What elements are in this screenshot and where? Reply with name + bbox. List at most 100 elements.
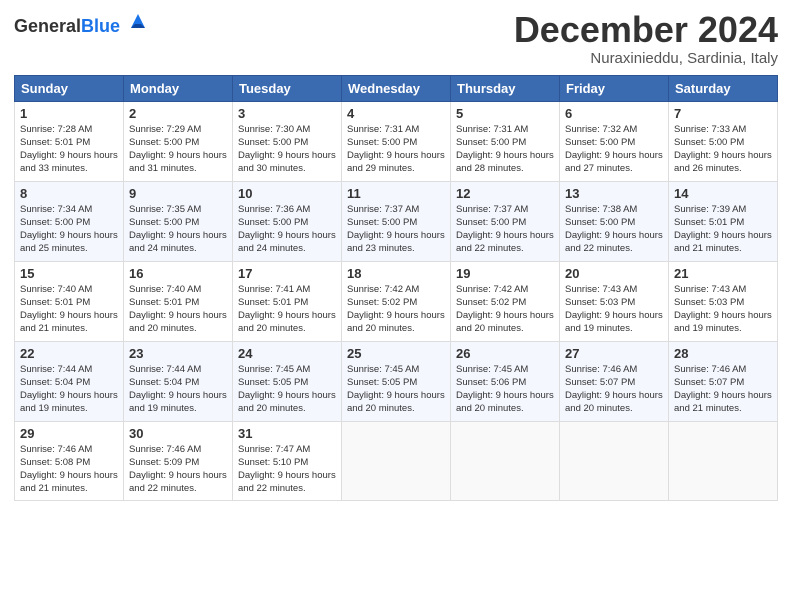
day-info: Sunrise: 7:46 AMSunset: 5:07 PMDaylight:… [565, 364, 663, 415]
day-number: 28 [674, 346, 772, 361]
day-number: 22 [20, 346, 118, 361]
day-number: 17 [238, 266, 336, 281]
day-number: 23 [129, 346, 227, 361]
day-info: Sunrise: 7:47 AMSunset: 5:10 PMDaylight:… [238, 444, 336, 495]
day-info: Sunrise: 7:46 AMSunset: 5:07 PMDaylight:… [674, 364, 772, 415]
day-info: Sunrise: 7:45 AMSunset: 5:05 PMDaylight:… [238, 364, 336, 415]
table-row: 17 Sunrise: 7:41 AMSunset: 5:01 PMDaylig… [233, 261, 342, 341]
day-info: Sunrise: 7:37 AMSunset: 5:00 PMDaylight:… [347, 204, 445, 255]
col-sunday: Sunday [15, 75, 124, 101]
table-row [669, 421, 778, 500]
day-number: 16 [129, 266, 227, 281]
day-info: Sunrise: 7:45 AMSunset: 5:05 PMDaylight:… [347, 364, 445, 415]
table-row: 4 Sunrise: 7:31 AMSunset: 5:00 PMDayligh… [342, 101, 451, 181]
col-thursday: Thursday [451, 75, 560, 101]
day-number: 10 [238, 186, 336, 201]
day-number: 6 [565, 106, 663, 121]
calendar-container: GeneralBlue December 2024 Nuraxinieddu, … [0, 0, 792, 612]
logo-icon [127, 10, 149, 32]
col-wednesday: Wednesday [342, 75, 451, 101]
day-number: 2 [129, 106, 227, 121]
day-number: 26 [456, 346, 554, 361]
day-number: 20 [565, 266, 663, 281]
table-row: 1 Sunrise: 7:28 AMSunset: 5:01 PMDayligh… [15, 101, 124, 181]
day-number: 25 [347, 346, 445, 361]
day-info: Sunrise: 7:39 AMSunset: 5:01 PMDaylight:… [674, 204, 772, 255]
table-row: 30 Sunrise: 7:46 AMSunset: 5:09 PMDaylig… [124, 421, 233, 500]
table-row [560, 421, 669, 500]
day-info: Sunrise: 7:34 AMSunset: 5:00 PMDaylight:… [20, 204, 118, 255]
col-saturday: Saturday [669, 75, 778, 101]
table-row: 20 Sunrise: 7:43 AMSunset: 5:03 PMDaylig… [560, 261, 669, 341]
day-number: 21 [674, 266, 772, 281]
day-number: 19 [456, 266, 554, 281]
logo: GeneralBlue [14, 14, 149, 37]
table-row: 12 Sunrise: 7:37 AMSunset: 5:00 PMDaylig… [451, 181, 560, 261]
day-info: Sunrise: 7:29 AMSunset: 5:00 PMDaylight:… [129, 124, 227, 175]
day-number: 7 [674, 106, 772, 121]
day-info: Sunrise: 7:41 AMSunset: 5:01 PMDaylight:… [238, 284, 336, 335]
day-info: Sunrise: 7:40 AMSunset: 5:01 PMDaylight:… [129, 284, 227, 335]
day-number: 24 [238, 346, 336, 361]
day-number: 5 [456, 106, 554, 121]
day-info: Sunrise: 7:43 AMSunset: 5:03 PMDaylight:… [674, 284, 772, 335]
day-info: Sunrise: 7:36 AMSunset: 5:00 PMDaylight:… [238, 204, 336, 255]
day-info: Sunrise: 7:32 AMSunset: 5:00 PMDaylight:… [565, 124, 663, 175]
table-row: 19 Sunrise: 7:42 AMSunset: 5:02 PMDaylig… [451, 261, 560, 341]
day-info: Sunrise: 7:44 AMSunset: 5:04 PMDaylight:… [20, 364, 118, 415]
day-info: Sunrise: 7:45 AMSunset: 5:06 PMDaylight:… [456, 364, 554, 415]
day-info: Sunrise: 7:31 AMSunset: 5:00 PMDaylight:… [456, 124, 554, 175]
subtitle: Nuraxinieddu, Sardinia, Italy [514, 50, 778, 67]
day-info: Sunrise: 7:35 AMSunset: 5:00 PMDaylight:… [129, 204, 227, 255]
col-tuesday: Tuesday [233, 75, 342, 101]
day-info: Sunrise: 7:43 AMSunset: 5:03 PMDaylight:… [565, 284, 663, 335]
table-row: 5 Sunrise: 7:31 AMSunset: 5:00 PMDayligh… [451, 101, 560, 181]
day-number: 9 [129, 186, 227, 201]
table-row: 3 Sunrise: 7:30 AMSunset: 5:00 PMDayligh… [233, 101, 342, 181]
day-number: 15 [20, 266, 118, 281]
table-row: 14 Sunrise: 7:39 AMSunset: 5:01 PMDaylig… [669, 181, 778, 261]
day-number: 12 [456, 186, 554, 201]
table-row: 22 Sunrise: 7:44 AMSunset: 5:04 PMDaylig… [15, 341, 124, 421]
table-row: 2 Sunrise: 7:29 AMSunset: 5:00 PMDayligh… [124, 101, 233, 181]
day-number: 14 [674, 186, 772, 201]
table-row: 24 Sunrise: 7:45 AMSunset: 5:05 PMDaylig… [233, 341, 342, 421]
table-row: 15 Sunrise: 7:40 AMSunset: 5:01 PMDaylig… [15, 261, 124, 341]
table-row: 31 Sunrise: 7:47 AMSunset: 5:10 PMDaylig… [233, 421, 342, 500]
day-info: Sunrise: 7:37 AMSunset: 5:00 PMDaylight:… [456, 204, 554, 255]
table-row: 21 Sunrise: 7:43 AMSunset: 5:03 PMDaylig… [669, 261, 778, 341]
day-info: Sunrise: 7:46 AMSunset: 5:08 PMDaylight:… [20, 444, 118, 495]
title-section: December 2024 Nuraxinieddu, Sardinia, It… [514, 10, 778, 67]
table-row: 9 Sunrise: 7:35 AMSunset: 5:00 PMDayligh… [124, 181, 233, 261]
logo-blue: Blue [81, 16, 120, 36]
day-number: 18 [347, 266, 445, 281]
table-row: 27 Sunrise: 7:46 AMSunset: 5:07 PMDaylig… [560, 341, 669, 421]
day-number: 11 [347, 186, 445, 201]
day-info: Sunrise: 7:40 AMSunset: 5:01 PMDaylight:… [20, 284, 118, 335]
table-row [342, 421, 451, 500]
day-info: Sunrise: 7:38 AMSunset: 5:00 PMDaylight:… [565, 204, 663, 255]
table-row [451, 421, 560, 500]
table-row: 11 Sunrise: 7:37 AMSunset: 5:00 PMDaylig… [342, 181, 451, 261]
table-row: 28 Sunrise: 7:46 AMSunset: 5:07 PMDaylig… [669, 341, 778, 421]
table-row: 13 Sunrise: 7:38 AMSunset: 5:00 PMDaylig… [560, 181, 669, 261]
day-number: 8 [20, 186, 118, 201]
day-number: 1 [20, 106, 118, 121]
table-row: 26 Sunrise: 7:45 AMSunset: 5:06 PMDaylig… [451, 341, 560, 421]
day-number: 4 [347, 106, 445, 121]
month-title: December 2024 [514, 10, 778, 50]
table-row: 8 Sunrise: 7:34 AMSunset: 5:00 PMDayligh… [15, 181, 124, 261]
table-row: 29 Sunrise: 7:46 AMSunset: 5:08 PMDaylig… [15, 421, 124, 500]
day-info: Sunrise: 7:28 AMSunset: 5:01 PMDaylight:… [20, 124, 118, 175]
day-info: Sunrise: 7:42 AMSunset: 5:02 PMDaylight:… [456, 284, 554, 335]
day-number: 13 [565, 186, 663, 201]
table-row: 25 Sunrise: 7:45 AMSunset: 5:05 PMDaylig… [342, 341, 451, 421]
table-row: 18 Sunrise: 7:42 AMSunset: 5:02 PMDaylig… [342, 261, 451, 341]
day-number: 30 [129, 426, 227, 441]
col-friday: Friday [560, 75, 669, 101]
day-info: Sunrise: 7:31 AMSunset: 5:00 PMDaylight:… [347, 124, 445, 175]
day-info: Sunrise: 7:42 AMSunset: 5:02 PMDaylight:… [347, 284, 445, 335]
table-row: 7 Sunrise: 7:33 AMSunset: 5:00 PMDayligh… [669, 101, 778, 181]
day-info: Sunrise: 7:46 AMSunset: 5:09 PMDaylight:… [129, 444, 227, 495]
day-number: 29 [20, 426, 118, 441]
